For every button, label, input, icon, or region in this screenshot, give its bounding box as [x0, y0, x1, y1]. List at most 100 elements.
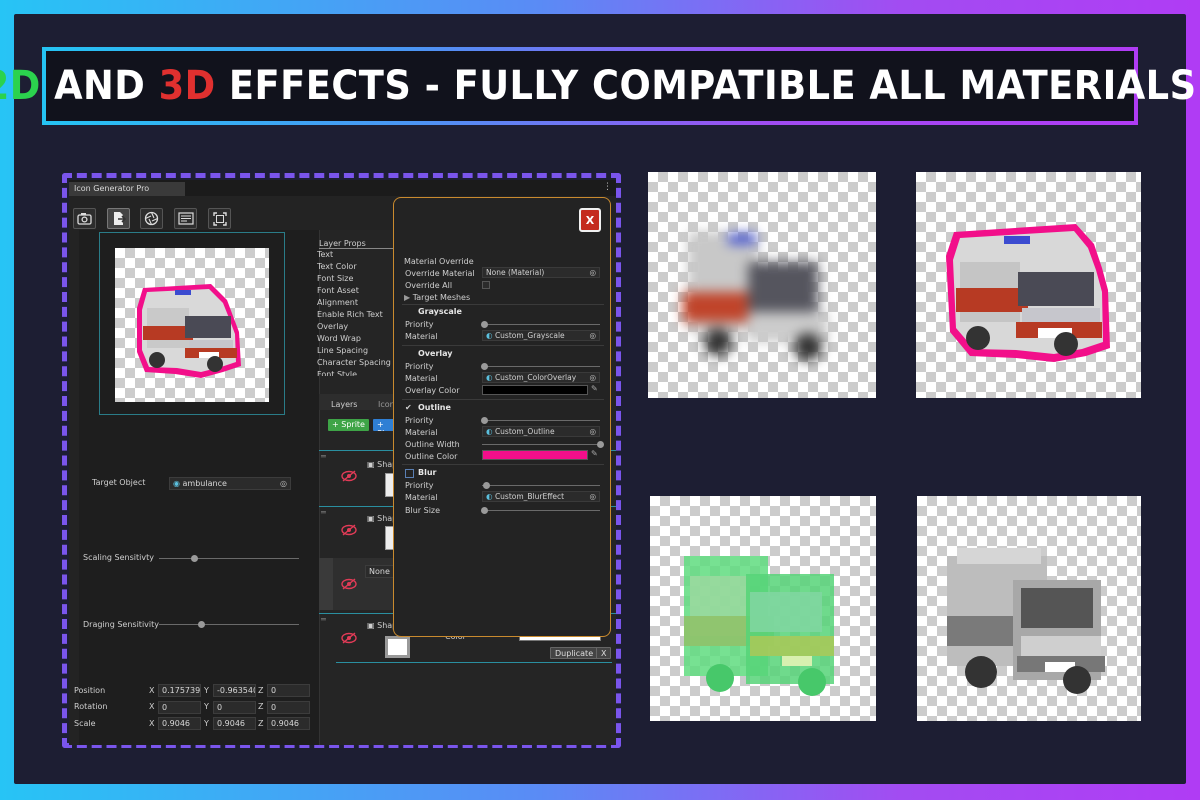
aperture-button[interactable]	[140, 208, 163, 229]
scale-label: Scale	[74, 719, 96, 728]
overlay-priority-handle[interactable]	[480, 363, 488, 370]
export-button[interactable]	[107, 208, 130, 229]
blur-checkbox[interactable]	[405, 469, 414, 478]
object-picker-icon[interactable]: ◎	[589, 492, 596, 501]
add-shape-button[interactable]: + Sh	[373, 419, 395, 431]
drag-handle-icon[interactable]: ═	[321, 615, 326, 624]
layer-prop[interactable]: Word Wrap	[317, 334, 397, 346]
section-divider	[402, 464, 604, 465]
blur-material-field[interactable]: ◐ Custom_BlurEffect ◎	[482, 491, 600, 502]
object-picker-icon[interactable]: ◎	[589, 331, 596, 340]
scale-y-field[interactable]: 0.9046	[213, 717, 256, 730]
rotation-label: Rotation	[74, 702, 108, 711]
visibility-icon[interactable]	[341, 470, 357, 484]
more-options-icon[interactable]: ⋮	[603, 182, 612, 192]
banner-2d: 2D	[0, 63, 41, 109]
target-object-field[interactable]: ◉ ambulance ◎	[169, 477, 291, 490]
eyedropper-icon[interactable]: ✎	[591, 449, 598, 458]
scale-z-field[interactable]: 0.9046	[267, 717, 310, 730]
layer-props-list: Text Text Color Font Size Font Asset Ali…	[317, 250, 397, 376]
ambulance-green-overlay-image	[684, 556, 834, 696]
position-y-field[interactable]: -0.963540	[213, 684, 256, 697]
overlay-effect-example	[650, 496, 876, 721]
override-material-field[interactable]: None (Material) ◎	[482, 267, 600, 278]
rotation-x-field[interactable]: 0	[158, 701, 201, 714]
blur-priority-handle[interactable]	[483, 482, 491, 489]
grayscale-priority-track[interactable]	[482, 324, 600, 325]
rotation-z-field[interactable]: 0	[267, 701, 310, 714]
tab-layers[interactable]: Layers	[331, 400, 357, 409]
target-meshes-foldout[interactable]: ▶ Target Meshes	[404, 293, 470, 302]
blur-priority-track[interactable]	[482, 485, 600, 486]
layer-prop[interactable]: Font Style	[317, 370, 397, 376]
grayscale-priority-handle[interactable]	[480, 321, 488, 328]
scale-x-field[interactable]: 0.9046	[158, 717, 201, 730]
target-picker-icon[interactable]: ◎	[280, 479, 287, 488]
grayscale-effect-example	[917, 496, 1141, 721]
close-popup-button[interactable]: X	[579, 208, 601, 232]
layer-prop[interactable]: Character Spacing	[317, 358, 397, 370]
layer-sprite-field[interactable]: None (	[365, 565, 395, 578]
position-label: Position	[74, 686, 106, 695]
window-tab[interactable]: Icon Generator Pro	[69, 182, 185, 196]
outline-priority-handle[interactable]	[480, 417, 488, 424]
object-picker-icon[interactable]: ◎	[589, 268, 596, 277]
drag-handle-icon[interactable]: ═	[321, 508, 326, 517]
overlay-priority-track[interactable]	[482, 366, 600, 367]
camera-button[interactable]	[73, 208, 96, 229]
layer-prop[interactable]: Font Asset	[317, 286, 397, 298]
layer-prop[interactable]: Line Spacing	[317, 346, 397, 358]
position-x-field[interactable]: 0.1757399	[158, 684, 201, 697]
gallery-icon	[177, 212, 194, 225]
grayscale-title: Grayscale	[418, 307, 462, 316]
remove-layer-button[interactable]: X	[596, 647, 612, 659]
scaling-slider-handle[interactable]	[190, 555, 198, 562]
outline-material-field[interactable]: ◐ Custom_Outline ◎	[482, 426, 600, 437]
grayscale-material-label: Material	[405, 332, 438, 341]
outline-width-track[interactable]	[482, 444, 600, 445]
layer-prop[interactable]: Enable Rich Text	[317, 310, 397, 322]
layer-prop[interactable]: Alignment	[317, 298, 397, 310]
dragging-slider-track[interactable]	[159, 624, 299, 625]
eyedropper-icon[interactable]: ✎	[591, 384, 598, 393]
override-all-checkbox[interactable]	[482, 281, 490, 289]
layer-thumbnail	[385, 636, 410, 658]
rotation-y-field[interactable]: 0	[213, 701, 256, 714]
outline-color-swatch[interactable]	[482, 450, 588, 460]
drag-handle-icon[interactable]: ═	[321, 452, 326, 461]
dragging-slider-handle[interactable]	[197, 621, 205, 628]
layer-prop[interactable]: Overlay	[317, 322, 397, 334]
blur-title: Blur	[418, 468, 437, 477]
outline-effect-example	[916, 172, 1141, 398]
frame-button[interactable]	[208, 208, 231, 229]
blur-size-handle[interactable]	[480, 507, 488, 514]
grayscale-material-field[interactable]: ◐ Custom_Grayscale ◎	[482, 330, 600, 341]
overlay-material-field[interactable]: ◐ Custom_ColorOverlay ◎	[482, 372, 600, 383]
outline-priority-track[interactable]	[482, 420, 600, 421]
layer-props-header: Layer Props	[319, 239, 394, 249]
banner-3d: 3D	[158, 63, 216, 109]
gallery-button[interactable]	[174, 208, 197, 229]
blur-effect-example	[648, 172, 876, 398]
outline-material-value: Custom_Outline	[494, 427, 555, 436]
layer-prop[interactable]: Text	[317, 250, 397, 262]
layer-prop[interactable]: Font Size	[317, 274, 397, 286]
position-z-field[interactable]: 0	[267, 684, 310, 697]
object-picker-icon[interactable]: ◎	[589, 427, 596, 436]
rotation-z-label: Z	[258, 702, 264, 711]
object-picker-icon[interactable]: ◎	[589, 373, 596, 382]
target-object-value: ambulance	[182, 479, 227, 488]
layer-prop[interactable]: Text Color	[317, 262, 397, 274]
add-sprite-button[interactable]: + Sprite	[328, 419, 369, 431]
blur-size-track[interactable]	[482, 510, 600, 511]
outline-checkbox[interactable]: ✔	[405, 403, 412, 412]
outline-check-icon: ✔	[405, 403, 412, 412]
banner-title: 2D AND 3D EFFECTS - FULLY COMPATIBLE ALL…	[0, 63, 1196, 109]
visibility-icon[interactable]	[341, 578, 357, 592]
overlay-color-swatch[interactable]	[482, 385, 588, 395]
visibility-icon[interactable]	[341, 632, 357, 646]
scaling-slider-track[interactable]	[159, 558, 299, 559]
visibility-icon[interactable]	[341, 524, 357, 538]
duplicate-button[interactable]: Duplicate	[550, 647, 599, 659]
outline-width-handle[interactable]	[596, 441, 604, 448]
